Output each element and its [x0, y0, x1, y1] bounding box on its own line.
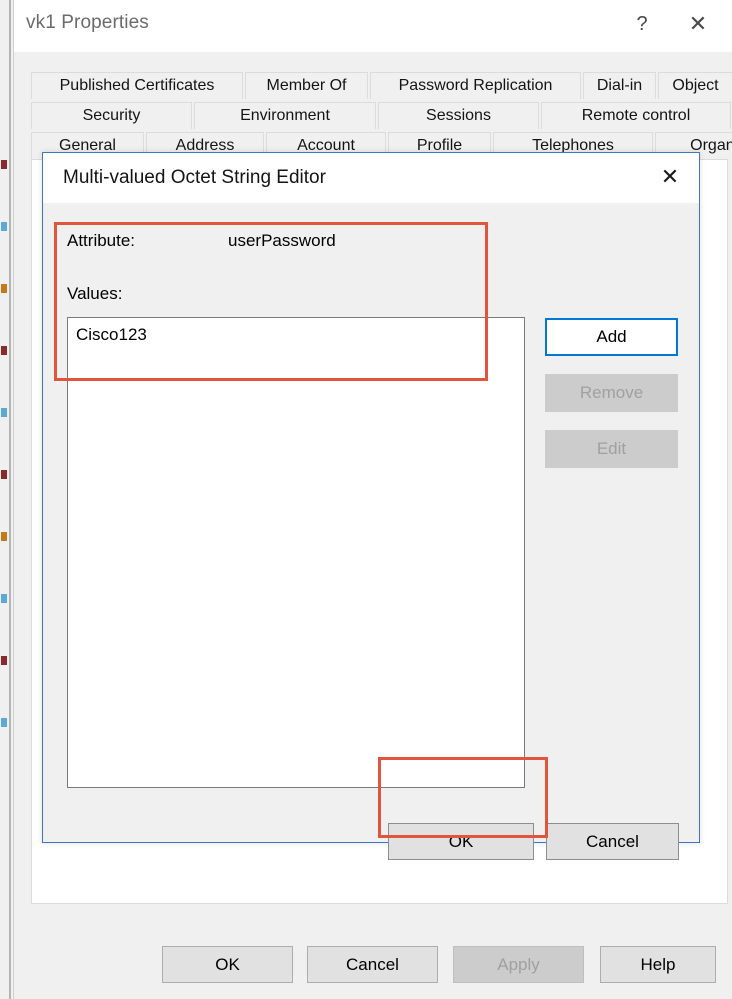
values-label: Values:	[67, 284, 123, 303]
window-title: vk1 Properties	[26, 12, 149, 33]
tab-password-replication[interactable]: Password Replication	[370, 72, 581, 99]
tab-remote-control[interactable]: Remote control	[541, 102, 731, 129]
background-content-fragment	[1, 718, 7, 727]
dialog-ok-button[interactable]: OK	[388, 823, 534, 860]
close-icon[interactable]: ✕	[676, 4, 720, 44]
tab-dial-in[interactable]: Dial-in	[583, 72, 656, 99]
background-content-fragment	[1, 532, 7, 541]
background-content-fragment	[1, 594, 7, 603]
add-button[interactable]: Add	[545, 318, 678, 356]
tab-row-2: Security Environment Sessions Remote contro…	[31, 102, 731, 129]
properties-cancel-button[interactable]: Cancel	[307, 946, 438, 983]
background-window-sliver	[0, 0, 13, 999]
tab-sessions[interactable]: Sessions	[378, 102, 539, 129]
tab-published-certificates[interactable]: Published Certificates	[31, 72, 243, 99]
edit-button: Edit	[545, 430, 678, 468]
background-content-fragment	[1, 408, 7, 417]
properties-apply-button: Apply	[453, 946, 584, 983]
dialog-body: Attribute: userPassword Values: Cisco123…	[43, 203, 699, 860]
tab-object[interactable]: Object	[658, 72, 732, 99]
dialog-title-bar: Multi-valued Octet String Editor ✕	[43, 153, 699, 203]
dialog-title: Multi-valued Octet String Editor	[63, 167, 326, 188]
background-content-fragment	[1, 284, 7, 293]
tab-environment[interactable]: Environment	[194, 102, 376, 129]
attribute-value: userPassword	[228, 231, 336, 250]
background-content-fragment	[1, 346, 7, 355]
dialog-close-icon[interactable]: ✕	[649, 158, 691, 196]
properties-title-bar: vk1 Properties ? ✕	[14, 0, 732, 52]
background-content-fragment	[1, 656, 7, 665]
properties-help-button[interactable]: Help	[600, 946, 716, 983]
remove-button: Remove	[545, 374, 678, 412]
tab-row-1: Published Certificates Member Of Password …	[31, 72, 732, 99]
multi-valued-octet-string-editor-dialog: Multi-valued Octet String Editor ✕ Attri…	[42, 152, 700, 860]
tab-member-of[interactable]: Member Of	[245, 72, 368, 99]
properties-ok-button[interactable]: OK	[162, 946, 293, 983]
properties-button-bar: OK Cancel Apply Help	[14, 905, 732, 999]
background-content-fragment	[1, 160, 7, 169]
background-window-edge	[9, 0, 11, 999]
tab-security[interactable]: Security	[31, 102, 192, 129]
dialog-cancel-button[interactable]: Cancel	[546, 823, 679, 860]
background-content-fragment	[1, 222, 7, 231]
list-item[interactable]: Cisco123	[76, 325, 147, 345]
attribute-label: Attribute:	[67, 231, 136, 250]
help-icon[interactable]: ?	[620, 4, 664, 44]
values-listbox[interactable]: Cisco123	[67, 317, 525, 788]
background-content-fragment	[1, 470, 7, 479]
